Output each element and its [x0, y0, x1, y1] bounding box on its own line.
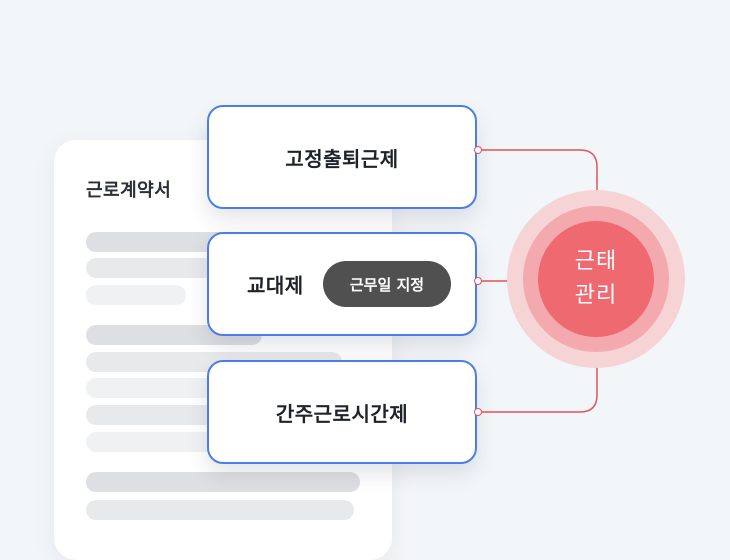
work-type-label: 고정출퇴근제 [285, 146, 399, 171]
work-type-card-deemed-hours[interactable]: 간주근로시간제 [207, 360, 477, 464]
workday-designation-badge[interactable]: 근무일 지정 [323, 261, 451, 307]
connector-dot [474, 146, 482, 154]
work-type-card-shift[interactable]: 교대제 근무일 지정 [207, 232, 477, 336]
work-type-label: 교대제 [247, 273, 304, 298]
hub-label-line1: 근태 [574, 249, 618, 274]
work-type-label: 간주근로시간제 [275, 401, 409, 426]
attendance-management-hub: 근태 관리 [538, 221, 654, 337]
connector-dot [474, 277, 482, 285]
work-type-card-fixed-hours[interactable]: 고정출퇴근제 [207, 105, 477, 209]
hub-label-line2: 관리 [574, 283, 618, 308]
connector-dot [474, 408, 482, 416]
